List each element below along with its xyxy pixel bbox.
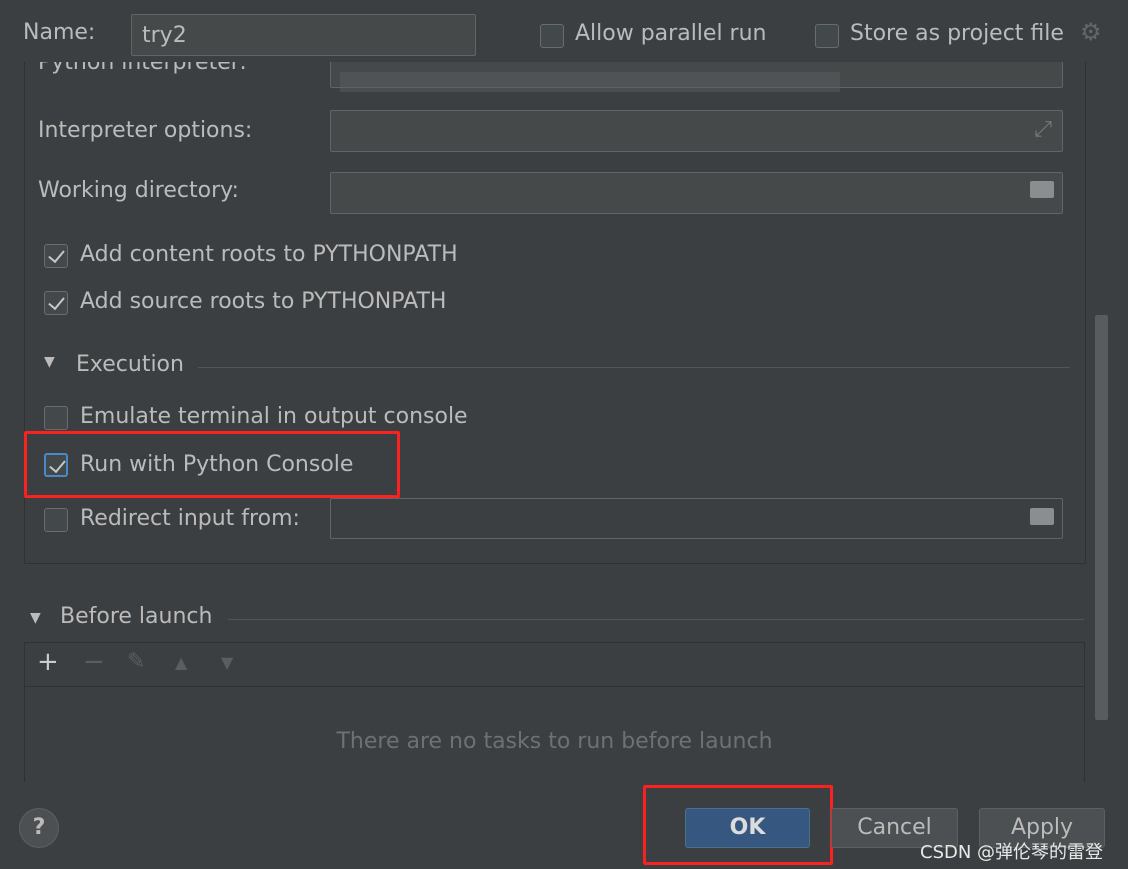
emulate-terminal-checkbox[interactable]	[44, 406, 68, 430]
watermark: CSDN @弹伦琴的雷登	[920, 842, 1104, 863]
empty-tasks-text: There are no tasks to run before launch	[336, 729, 773, 754]
move-down-icon[interactable]: ▼	[221, 653, 233, 672]
before-launch-toolbar: + − ✎ ▲ ▼	[25, 643, 1084, 687]
edit-icon[interactable]: ✎	[127, 649, 145, 674]
folder-icon[interactable]	[1030, 508, 1054, 525]
content-roots-checkbox[interactable]	[44, 244, 68, 268]
scrollbar-thumb[interactable]	[1095, 315, 1108, 720]
store-project-file-label: Store as project file	[850, 21, 1064, 46]
gear-icon[interactable]: ⚙	[1080, 18, 1102, 46]
config-scroll-area: Python interpreter: Interpreter options:…	[0, 62, 1128, 782]
help-button[interactable]: ?	[19, 808, 59, 848]
expand-icon[interactable]: ⤢	[1034, 117, 1052, 142]
before-launch-title: Before launch	[60, 604, 213, 629]
redirect-input-field[interactable]	[330, 498, 1063, 539]
execution-divider	[198, 367, 1070, 368]
store-project-file-checkbox[interactable]	[815, 24, 839, 48]
name-input[interactable]: try2	[131, 14, 476, 56]
redirect-input-checkbox[interactable]	[44, 508, 68, 532]
interpreter-options-label: Interpreter options:	[38, 118, 253, 143]
before-launch-list: + − ✎ ▲ ▼ There are no tasks to run befo…	[24, 642, 1085, 782]
interpreter-options-input[interactable]: ⤢	[330, 110, 1063, 152]
before-launch-divider	[228, 619, 1084, 620]
highlight-box	[643, 785, 833, 865]
allow-parallel-checkbox[interactable]	[540, 24, 564, 48]
highlight-box	[24, 431, 400, 498]
allow-parallel-label: Allow parallel run	[575, 21, 767, 46]
execution-title: Execution	[76, 352, 184, 377]
redacted-blur	[340, 72, 840, 92]
folder-icon[interactable]	[1030, 181, 1054, 198]
source-roots-label: Add source roots to PYTHONPATH	[80, 289, 447, 314]
interpreter-label: Python interpreter:	[38, 62, 247, 75]
remove-icon[interactable]: −	[83, 647, 105, 677]
working-directory-input[interactable]	[330, 172, 1063, 214]
source-roots-checkbox[interactable]	[44, 291, 68, 315]
name-label-text: Name:	[23, 20, 96, 45]
content-roots-label: Add content roots to PYTHONPATH	[80, 242, 458, 267]
redirect-input-label: Redirect input from:	[80, 506, 300, 531]
move-up-icon[interactable]: ▲	[175, 653, 187, 672]
add-icon[interactable]: +	[37, 647, 59, 677]
before-launch-collapse-icon[interactable]: ▼	[30, 610, 41, 626]
name-value: try2	[142, 23, 187, 48]
emulate-terminal-label: Emulate terminal in output console	[80, 404, 468, 429]
execution-collapse-icon[interactable]: ▼	[44, 354, 55, 370]
working-directory-label: Working directory:	[38, 178, 239, 203]
